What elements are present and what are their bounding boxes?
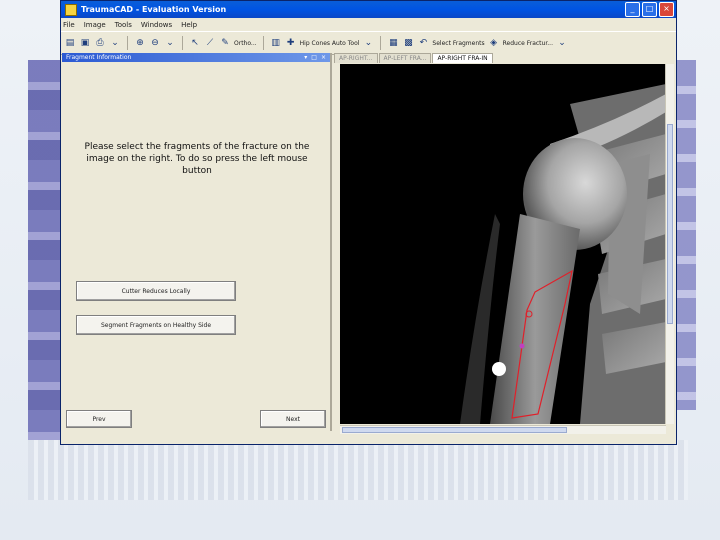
close-button[interactable]: × [659, 2, 674, 17]
open-icon[interactable]: ▤ [64, 37, 76, 49]
pointer-icon[interactable]: ↖ [189, 37, 201, 49]
prev-button[interactable]: Prev [66, 410, 132, 428]
toolbar-separator [380, 36, 382, 50]
dropdown-icon[interactable]: ⌄ [109, 37, 121, 49]
cursor-marker [492, 362, 506, 376]
zoom-in-icon[interactable]: ⊕ [134, 37, 146, 49]
zoom-dropdown-icon[interactable]: ⌄ [164, 37, 176, 49]
save-icon[interactable]: ▣ [79, 37, 91, 49]
fragment-panel: Fragment Information ▾ □ × Please select… [62, 53, 332, 431]
image-viewer: AP-RIGHT... AP-LEFT FRA... AP-RIGHT FRA-… [334, 53, 676, 437]
decorative-stripes-right [676, 60, 696, 410]
ruler-icon[interactable]: ⟋ [204, 37, 216, 49]
title-bar[interactable]: TraumaCAD - Evaluation Version _ □ × [61, 1, 676, 18]
tab-ap-left-fra[interactable]: AP-LEFT FRA... [378, 53, 432, 63]
segment-healthy-side-button[interactable]: Segment Fragments on Healthy Side [76, 315, 236, 335]
horizontal-scroll-thumb[interactable] [342, 427, 567, 433]
tab-ap-right[interactable]: AP-RIGHT... [334, 53, 378, 63]
zoom-out-icon[interactable]: ⊖ [149, 37, 161, 49]
report-icon[interactable]: ▥ [270, 37, 282, 49]
panel-close-icon[interactable]: × [321, 54, 326, 61]
menu-windows[interactable]: Windows [141, 21, 172, 29]
vertical-scroll-thumb[interactable] [667, 124, 673, 324]
grid-icon[interactable]: ▩ [402, 37, 414, 49]
reduce-locally-button[interactable]: Cutter Reduces Locally [76, 281, 236, 301]
toolbar: ▤ ▣ ⎙ ⌄ ⊕ ⊖ ⌄ ↖ ⟋ ✎ Ortho... ▥ ✚ Hip Con… [61, 31, 676, 55]
print-icon[interactable]: ⎙ [94, 37, 106, 49]
menu-help[interactable]: Help [181, 21, 197, 29]
minimize-button[interactable]: _ [625, 2, 640, 17]
maximize-button[interactable]: □ [642, 2, 657, 17]
menu-tools[interactable]: Tools [115, 21, 132, 29]
menu-bar: File Image Tools Windows Help [61, 18, 676, 31]
panel-restore-icon[interactable]: □ [311, 54, 317, 61]
toolbar-separator [182, 36, 183, 50]
image-tabs: AP-RIGHT... AP-LEFT FRA... AP-RIGHT FRA-… [334, 53, 676, 63]
auto-tool-icon[interactable]: ✚ [285, 37, 297, 49]
auto-dropdown-icon[interactable]: ⌄ [362, 37, 374, 49]
panel-header: Fragment Information ▾ □ × [62, 53, 330, 62]
tab-ap-right-fra-in[interactable]: AP-RIGHT FRA-IN [432, 53, 493, 63]
window-title: TraumaCAD - Evaluation Version [81, 5, 227, 14]
reduce-icon[interactable]: ◈ [488, 37, 500, 49]
auto-tool-label[interactable]: Hip Cones Auto Tool [300, 40, 360, 47]
undo-icon[interactable]: ↶ [417, 37, 429, 49]
app-window: TraumaCAD - Evaluation Version _ □ × Fil… [60, 0, 677, 445]
selection-point[interactable] [519, 343, 525, 349]
panel-title: Fragment Information [66, 54, 132, 61]
reduce-dropdown-icon[interactable]: ⌄ [556, 37, 568, 49]
toolbar-separator [262, 36, 264, 50]
measure-icon[interactable]: ✎ [219, 37, 231, 49]
next-button[interactable]: Next [260, 410, 326, 428]
panel-pin-icon[interactable]: ▾ [304, 54, 307, 61]
layout-icon[interactable]: ▦ [387, 37, 399, 49]
decorative-stripes-left [28, 60, 62, 440]
decorative-dots [28, 440, 688, 500]
menu-image[interactable]: Image [84, 21, 106, 29]
app-icon [65, 3, 77, 16]
toolbar-separator [127, 36, 128, 50]
select-fragments-label[interactable]: Select Fragments [432, 40, 484, 47]
reduce-fracture-label[interactable]: Reduce Fractur... [503, 40, 553, 47]
instruction-text: Please select the fragments of the fract… [84, 142, 310, 176]
vertical-scrollbar[interactable] [665, 64, 674, 424]
measure-label[interactable]: Ortho... [234, 40, 257, 47]
horizontal-scrollbar[interactable] [340, 425, 666, 434]
menu-file[interactable]: File [63, 21, 75, 29]
xray-image[interactable] [340, 64, 666, 424]
shoulder-xray [340, 64, 666, 424]
